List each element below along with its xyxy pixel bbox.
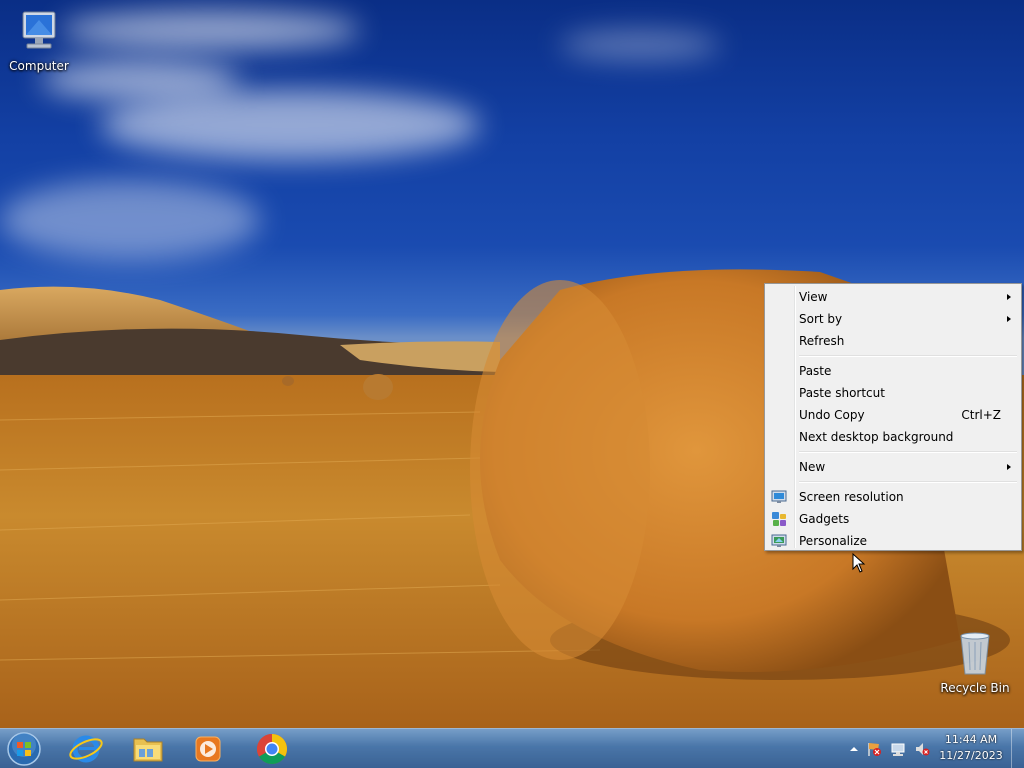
media-player-icon bbox=[195, 736, 221, 762]
tray-network[interactable] bbox=[890, 741, 906, 757]
personalize-icon bbox=[771, 534, 787, 547]
show-hidden-icons-button[interactable] bbox=[846, 741, 862, 757]
menu-item-undo-copy-label: Undo Copy bbox=[799, 408, 865, 422]
action-center-flag-icon bbox=[868, 743, 881, 756]
taskbar-media-player[interactable] bbox=[186, 731, 230, 767]
menu-item-personalize-label: Personalize bbox=[799, 534, 868, 548]
clock-time: 11:44 AM bbox=[944, 733, 998, 746]
menu-item-personalize[interactable]: Personalize bbox=[767, 530, 1019, 552]
volume-muted-icon bbox=[916, 743, 930, 756]
menu-item-view[interactable]: View bbox=[767, 286, 1019, 308]
show-desktop-button[interactable] bbox=[1011, 729, 1024, 768]
menu-separator bbox=[799, 481, 1017, 483]
computer-shortcut[interactable]: Computer bbox=[0, 8, 78, 73]
screen-resolution-icon bbox=[771, 490, 787, 503]
menu-item-paste[interactable]: Paste bbox=[767, 360, 1019, 382]
menu-item-new-label: New bbox=[799, 460, 826, 474]
internet-explorer-icon bbox=[69, 735, 103, 763]
start-button[interactable] bbox=[4, 731, 46, 767]
computer-label: Computer bbox=[9, 59, 69, 73]
menu-item-next-desktop-background[interactable]: Next desktop background bbox=[767, 426, 1019, 448]
recycle-bin-label: Recycle Bin bbox=[940, 681, 1010, 695]
taskbar-chrome[interactable] bbox=[250, 731, 294, 767]
menu-item-sort-by-label: Sort by bbox=[799, 312, 843, 326]
chrome-icon bbox=[256, 734, 288, 765]
menu-item-paste-shortcut-label: Paste shortcut bbox=[799, 386, 885, 400]
windows-explorer-icon bbox=[133, 738, 163, 762]
menu-item-new[interactable]: New bbox=[767, 456, 1019, 478]
menu-item-screen-resolution[interactable]: Screen resolution bbox=[767, 486, 1019, 508]
menu-item-gadgets[interactable]: Gadgets bbox=[767, 508, 1019, 530]
menu-item-view-label: View bbox=[799, 290, 828, 304]
menu-item-next-desktop-background-label: Next desktop background bbox=[799, 430, 954, 444]
menu-item-paste-shortcut[interactable]: Paste shortcut bbox=[767, 382, 1019, 404]
tray-volume[interactable] bbox=[914, 741, 930, 757]
tray-clock[interactable]: 11:44 AM 11/27/2023 bbox=[936, 732, 1006, 764]
desktop-context-menu: View Sort by Refresh Paste Paste shortcu… bbox=[764, 283, 1022, 551]
menu-item-screen-resolution-label: Screen resolution bbox=[799, 490, 904, 504]
taskbar-internet-explorer[interactable] bbox=[64, 731, 108, 767]
gadgets-icon bbox=[772, 512, 786, 526]
mouse-cursor-icon bbox=[852, 553, 866, 573]
menu-item-undo-copy-shortcut: Ctrl+Z bbox=[961, 408, 1001, 422]
menu-item-undo-copy[interactable]: Undo Copy Ctrl+Z bbox=[767, 404, 1019, 426]
taskbar: 11:44 AM 11/27/2023 bbox=[0, 728, 1024, 768]
tray-action-center[interactable] bbox=[866, 741, 882, 757]
chevron-up-icon bbox=[850, 747, 858, 751]
clock-date: 11/27/2023 bbox=[939, 749, 1003, 762]
windows-start-orb-icon bbox=[7, 732, 41, 766]
taskbar-windows-explorer[interactable] bbox=[126, 731, 170, 767]
submenu-arrow-icon bbox=[1007, 316, 1011, 322]
computer-icon bbox=[22, 11, 56, 49]
menu-separator bbox=[799, 355, 1017, 357]
menu-item-refresh-label: Refresh bbox=[799, 334, 845, 348]
recycle-bin-shortcut[interactable]: Recycle Bin bbox=[936, 630, 1014, 695]
menu-separator bbox=[799, 451, 1017, 453]
menu-item-gadgets-label: Gadgets bbox=[799, 512, 850, 526]
menu-item-paste-label: Paste bbox=[799, 364, 832, 378]
menu-item-refresh[interactable]: Refresh bbox=[767, 330, 1019, 352]
network-icon bbox=[891, 743, 905, 756]
desktop[interactable]: Computer Recycle Bin View Sort by Refres… bbox=[0, 0, 1024, 768]
menu-item-sort-by[interactable]: Sort by bbox=[767, 308, 1019, 330]
submenu-arrow-icon bbox=[1007, 464, 1011, 470]
submenu-arrow-icon bbox=[1007, 294, 1011, 300]
recycle-bin-icon bbox=[960, 632, 990, 675]
